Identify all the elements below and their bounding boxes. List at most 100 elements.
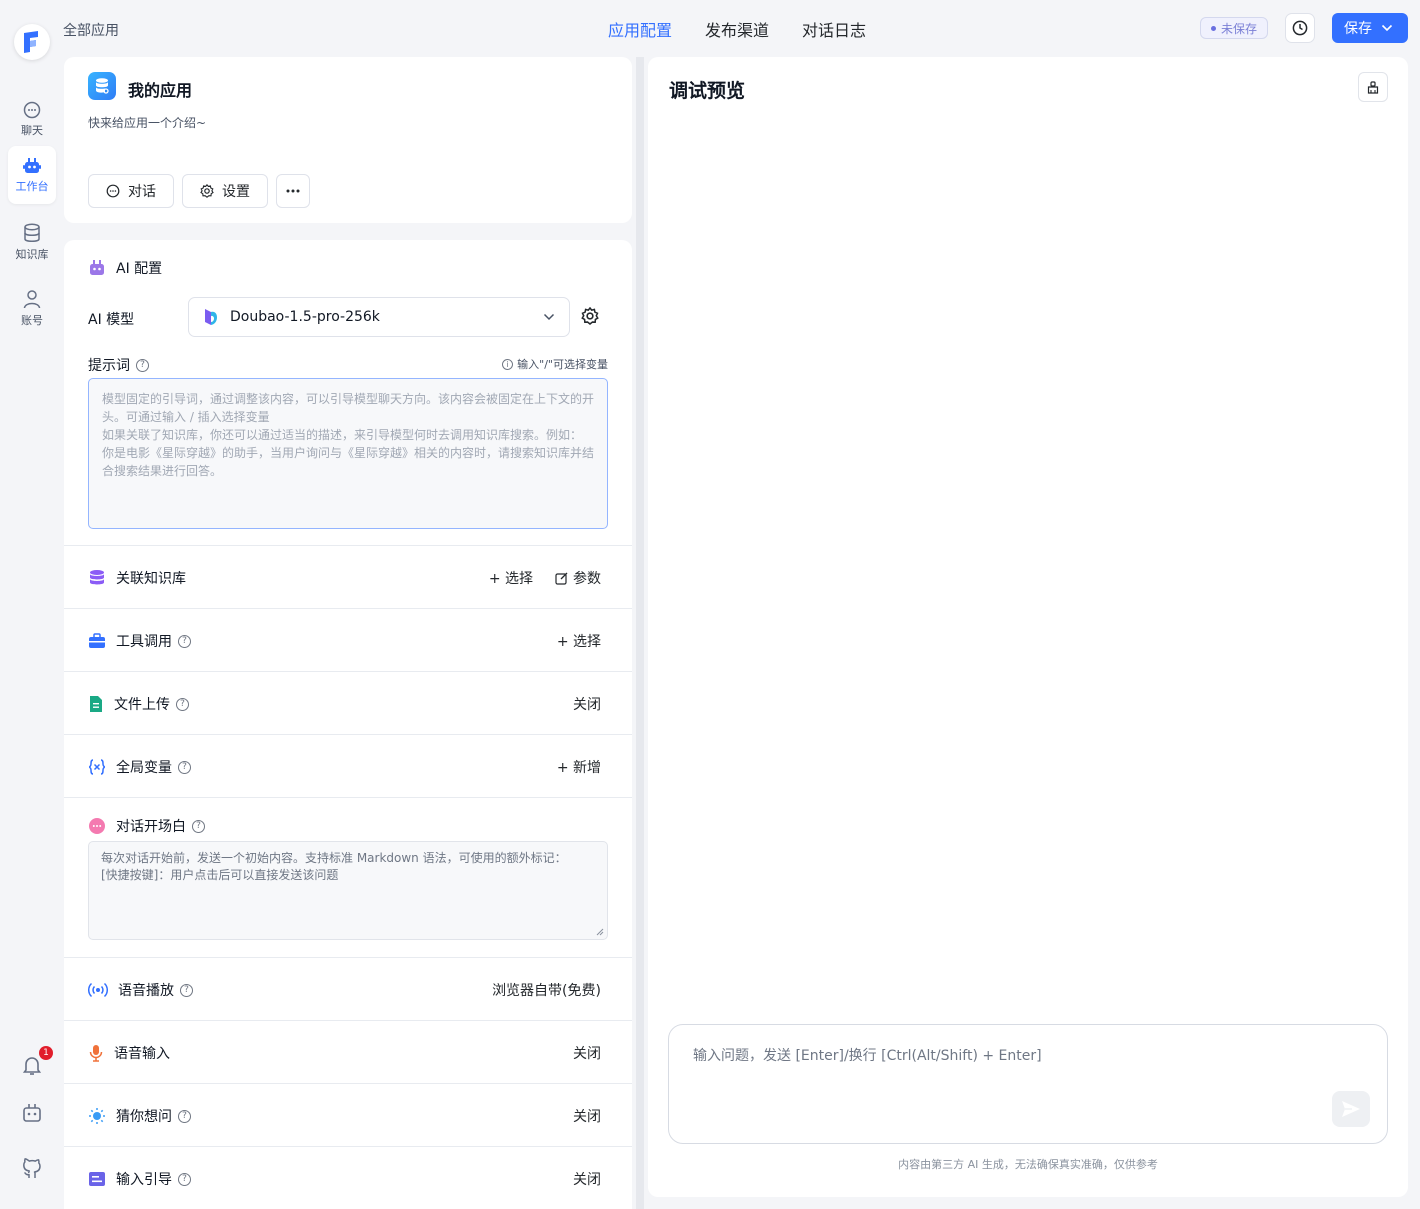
- help-icon[interactable]: ?: [180, 983, 193, 997]
- disclaimer: 内容由第三方 AI 生成，无法确保真实准确，仅供参考: [898, 1158, 1158, 1171]
- panel-splitter[interactable]: [636, 57, 644, 1209]
- rail-item-account[interactable]: 账号: [8, 278, 56, 336]
- app-info-card: 我的应用 快来给应用一个介绍~ 对话 设置: [64, 57, 632, 223]
- user-icon: [23, 290, 41, 309]
- prompt-hint-text: 输入"/"可选择变量: [517, 358, 608, 371]
- help-icon[interactable]: ?: [178, 760, 191, 774]
- kb-params-button[interactable]: 参数: [555, 568, 601, 588]
- send-button[interactable]: [1332, 1091, 1370, 1127]
- clear-chat-button[interactable]: [1358, 72, 1388, 102]
- debug-preview-panel: 调试预览 输入问题，发送 [Enter]/换行 [Ctrl(Alt/Shift)…: [648, 57, 1408, 1197]
- history-button[interactable]: [1285, 13, 1315, 43]
- rail-item-workbench[interactable]: 工作台: [8, 146, 56, 204]
- file-header: 文件上传 ?: [88, 694, 189, 714]
- file-toggle[interactable]: 关闭: [573, 694, 601, 714]
- tools-header: 工具调用 ?: [88, 631, 191, 651]
- chat-input[interactable]: 输入问题，发送 [Enter]/换行 [Ctrl(Alt/Shift) + En…: [668, 1024, 1388, 1144]
- model-settings-button[interactable]: [581, 307, 601, 327]
- more-button[interactable]: [276, 174, 310, 208]
- prompt-placeholder-line: 合搜索结果进行回答。: [102, 464, 223, 478]
- guide-header: 输入引导 ?: [88, 1169, 191, 1189]
- rail-item-chat[interactable]: 聊天: [8, 90, 56, 148]
- preview-title: 调试预览: [669, 80, 746, 102]
- clock-icon: [1292, 20, 1308, 36]
- rail-label: 工作台: [15, 180, 49, 193]
- rail-label: 知识库: [15, 248, 49, 261]
- resize-handle-icon[interactable]: [596, 928, 604, 936]
- section-knowledge-base: 关联知识库 + 选择 参数: [64, 545, 632, 608]
- tab-publish[interactable]: 发布渠道: [705, 17, 769, 41]
- welcome-title: 对话开场白: [116, 819, 186, 835]
- welcome-textarea[interactable]: 每次对话开始前，发送一个初始内容。支持标准 Markdown 语法，可使用的额外…: [88, 841, 608, 940]
- chat-input-placeholder: 输入问题，发送 [Enter]/换行 [Ctrl(Alt/Shift) + En…: [693, 1048, 1042, 1064]
- help-icon[interactable]: ?: [136, 358, 149, 372]
- broom-icon: [1367, 80, 1379, 94]
- chevron-down-icon: [1381, 24, 1393, 32]
- app-logo[interactable]: [14, 24, 50, 60]
- microphone-icon: [89, 1045, 103, 1062]
- kb-params-label: 参数: [573, 571, 601, 587]
- welcome-placeholder-line: 每次对话开始前，发送一个初始内容。支持标准 Markdown 语法，可使用的额外…: [101, 851, 567, 865]
- robot-outline-icon: [23, 1104, 41, 1122]
- rail-github[interactable]: [20, 1157, 44, 1181]
- prompt-variable-hint: i 输入"/"可选择变量: [502, 356, 608, 372]
- welcome-placeholder-line: [快捷按键]：用户点击后可以直接发送该问题: [101, 868, 339, 882]
- database-icon: [24, 223, 40, 242]
- rail-robot[interactable]: [20, 1101, 44, 1125]
- document-icon: [90, 696, 102, 712]
- input-guide-icon: [89, 1172, 105, 1186]
- database-icon: [90, 570, 104, 585]
- section-input-guide: 输入引导 ? 关闭: [64, 1146, 632, 1209]
- database-search-icon: [96, 78, 109, 94]
- save-label: 保存: [1344, 21, 1372, 37]
- file-title: 文件上传: [114, 697, 170, 713]
- vars-actions: + 新增: [557, 757, 601, 777]
- guess-toggle[interactable]: 关闭: [573, 1106, 601, 1126]
- robot-icon: [90, 260, 104, 275]
- help-icon[interactable]: ?: [178, 1109, 191, 1123]
- guess-actions: 关闭: [573, 1106, 601, 1126]
- kb-select-button[interactable]: + 选择: [489, 568, 533, 588]
- doubao-logo-icon: [205, 309, 217, 325]
- prompt-label: 提示词: [88, 358, 130, 374]
- left-rail: 聊天 工作台 知识库 账号 1: [0, 0, 64, 1209]
- tab-app-config[interactable]: 应用配置: [608, 17, 672, 41]
- welcome-header: 对话开场白 ?: [88, 816, 205, 836]
- gear-icon: [581, 307, 599, 325]
- gear-icon: [200, 184, 214, 198]
- toolbox-icon: [89, 633, 105, 648]
- tts-actions: 浏览器自带(免费): [492, 980, 601, 1000]
- prompt-textarea[interactable]: 模型固定的引导词，通过调整该内容，可以引导模型聊天方向。该内容会被固定在上下文的…: [88, 378, 608, 529]
- edit-icon: [555, 572, 568, 585]
- stt-toggle[interactable]: 关闭: [573, 1043, 601, 1063]
- model-select[interactable]: Doubao-1.5-pro-256k: [188, 297, 570, 337]
- tts-select[interactable]: 浏览器自带(免费): [492, 980, 601, 1000]
- tools-title: 工具调用: [116, 634, 172, 650]
- notification-badge: 1: [39, 1046, 53, 1060]
- help-icon[interactable]: ?: [192, 819, 205, 833]
- settings-button[interactable]: 设置: [182, 174, 268, 208]
- github-icon: [23, 1158, 41, 1178]
- app-intro[interactable]: 快来给应用一个介绍~: [88, 114, 206, 131]
- guide-toggle[interactable]: 关闭: [573, 1169, 601, 1189]
- prompt-placeholder-line: 如果关联了知识库，你还可以通过适当的描述，来引导模型何时去调用知识库搜索。例如：: [102, 428, 583, 442]
- guess-title: 猜你想问: [116, 1109, 172, 1125]
- vars-add-button[interactable]: + 新增: [557, 757, 601, 777]
- rail-item-kb[interactable]: 知识库: [8, 212, 56, 270]
- help-icon[interactable]: ?: [178, 1172, 191, 1186]
- help-icon[interactable]: ?: [176, 697, 189, 711]
- unsaved-badge: 未保存: [1200, 17, 1269, 39]
- breadcrumb[interactable]: 全部应用: [63, 20, 119, 40]
- guide-actions: 关闭: [573, 1169, 601, 1189]
- model-value: Doubao-1.5-pro-256k: [230, 309, 380, 325]
- tab-logs[interactable]: 对话日志: [802, 17, 866, 41]
- broadcast-icon: [88, 982, 108, 998]
- send-icon: [1342, 1101, 1360, 1117]
- file-actions: 关闭: [573, 694, 601, 714]
- chat-button[interactable]: 对话: [88, 174, 174, 208]
- tools-select-button[interactable]: + 选择: [557, 631, 601, 651]
- save-button[interactable]: 保存: [1332, 13, 1408, 43]
- config-card: AI 配置 AI 模型 Doubao-1.5-pro-256k 提示词 ? i …: [64, 240, 632, 1209]
- help-icon[interactable]: ?: [178, 634, 191, 648]
- model-label: AI 模型: [88, 312, 135, 328]
